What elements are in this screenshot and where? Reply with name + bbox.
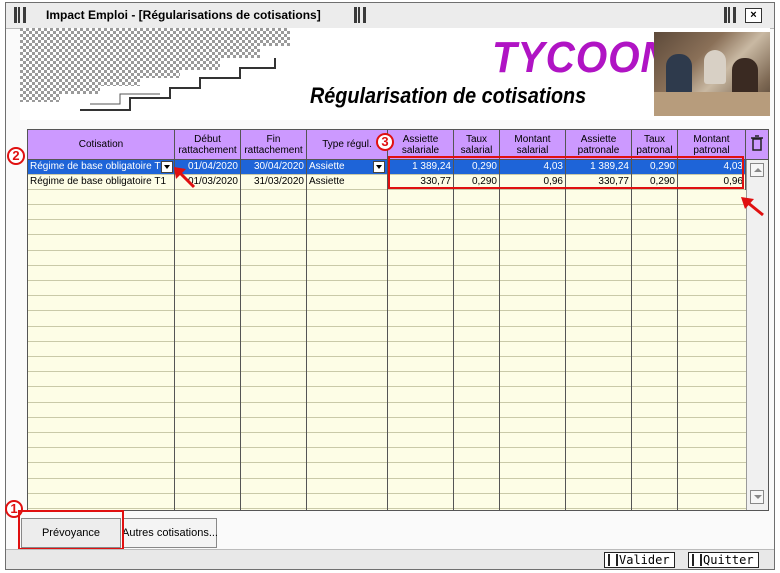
column-divider [453,160,454,510]
tab-autres-cotisations[interactable]: Autres cotisations... [122,518,218,548]
page-title: Régularisation de cotisations [310,83,587,108]
annotation-badge-3: 3 [376,133,394,151]
annotation-highlight-values [388,156,744,189]
pixel-pattern-graphic [20,28,290,111]
column-divider [565,160,566,510]
main-window: Impact Emploi - [Régularisations de coti… [5,2,775,570]
meeting-photo [654,32,770,116]
cell-fin[interactable]: 30/04/2020 [241,160,307,175]
col-header-fin[interactable]: Fin rattachement [241,130,307,160]
trash-icon[interactable] [746,130,768,160]
annotation-highlight-tab [18,510,124,550]
grip-icon [724,7,736,23]
cell-type[interactable]: Assiette [307,175,388,190]
annotation-badge-2: 2 [7,147,25,165]
cell-cotisation[interactable]: Régime de base obligatoire T1 [28,175,175,190]
quitter-button[interactable]: Quitter [688,552,759,568]
column-divider [240,160,241,510]
column-divider [306,160,307,510]
scroll-down-icon[interactable] [750,490,764,504]
cell-cotisation[interactable]: Régime de base obligatoire T1 [28,160,175,175]
grip-icon [14,7,26,23]
column-divider [174,160,175,510]
valider-button[interactable]: Valider [604,552,675,568]
cell-fin[interactable]: 31/03/2020 [241,175,307,190]
status-bar: Valider Quitter [6,549,774,569]
annotation-arrow-icon [741,197,764,217]
grip-icon [354,7,366,23]
brand-logo: TYCOON [492,33,671,82]
column-divider [499,160,500,510]
col-header-cotisation[interactable]: Cotisation [28,130,175,160]
title-bar[interactable]: Impact Emploi - [Régularisations de coti… [6,3,774,29]
annotation-arrow-icon [174,167,196,189]
column-divider [677,160,678,510]
column-divider [631,160,632,510]
column-divider [387,160,388,510]
header-banner: TYCOON Régularisation de cotisations [20,28,770,120]
scroll-up-icon[interactable] [750,163,764,177]
window-title: Impact Emploi - [Régularisations de coti… [46,8,321,22]
col-header-debut[interactable]: Début rattachement [175,130,241,160]
chevron-down-icon[interactable] [373,161,385,173]
close-button[interactable]: × [745,8,762,23]
